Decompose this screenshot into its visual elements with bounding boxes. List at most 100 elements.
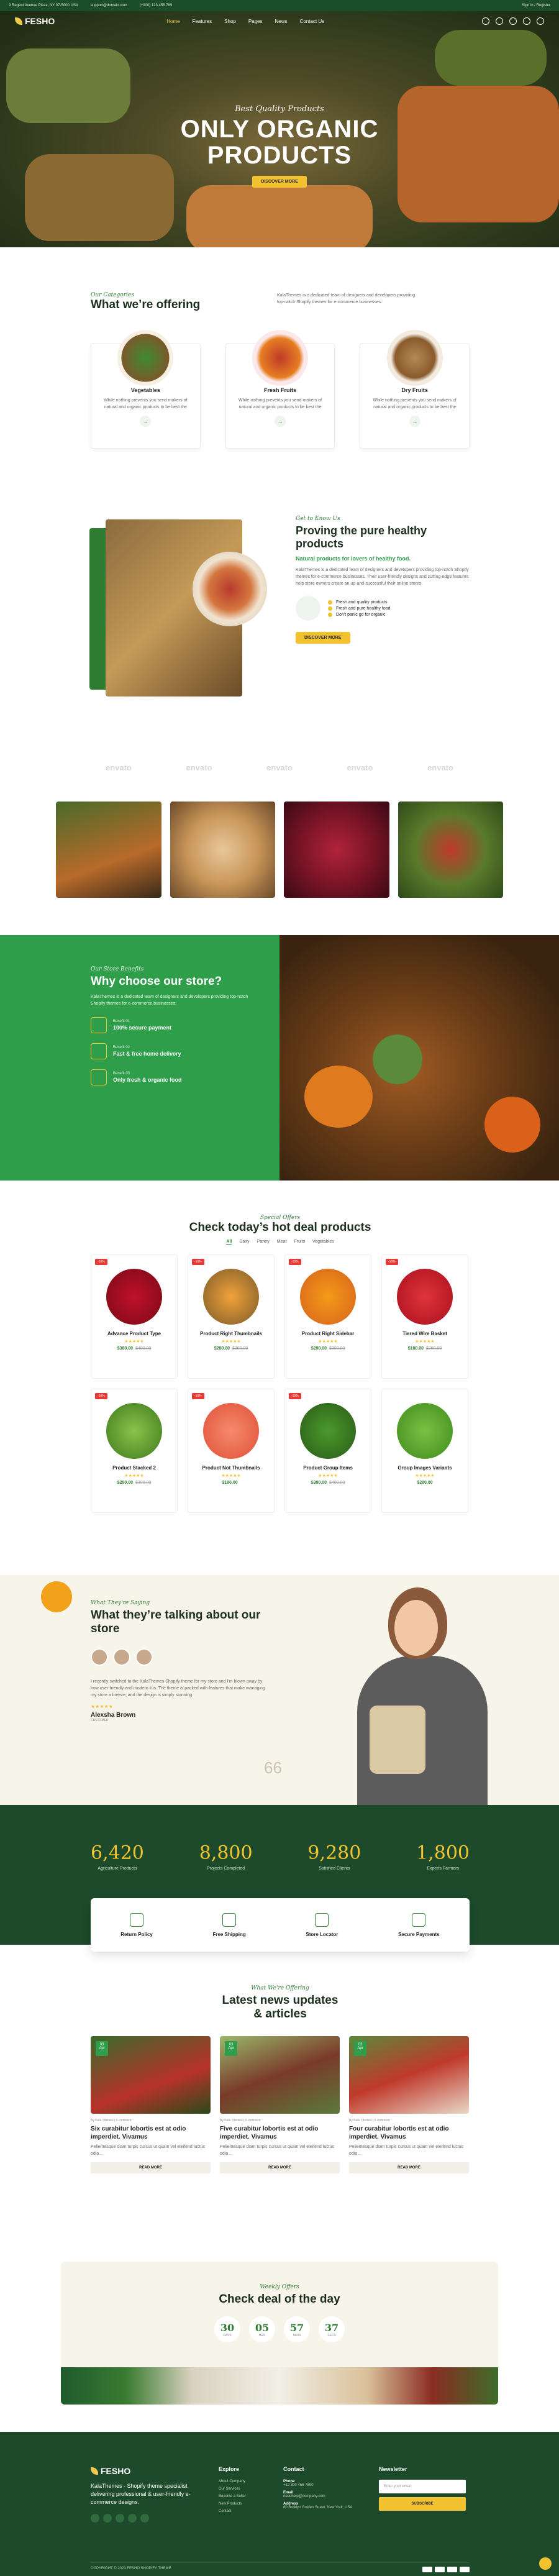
arrow-right-icon[interactable]: →: [140, 416, 152, 427]
product-card[interactable]: -10% Product Right Sidebar ★★★★★ $280.00 $30…: [284, 1254, 371, 1379]
nav-home[interactable]: Home: [166, 19, 180, 24]
footer-link[interactable]: Contact: [219, 2510, 246, 2513]
gallery-image-tomatoes[interactable]: [398, 802, 503, 898]
service-item[interactable]: Secure Payments: [398, 1912, 440, 1937]
blog-image[interactable]: 03 Apr: [220, 2036, 340, 2114]
partner-logo[interactable]: envato: [427, 763, 453, 772]
check-item: Don't panic go for organic: [328, 613, 391, 617]
product-image[interactable]: [397, 1269, 453, 1325]
category-card-dry-fruits[interactable]: Dry Fruits While nothing prevents you se…: [360, 330, 470, 449]
youtube-icon[interactable]: [140, 2514, 149, 2523]
footer-logo[interactable]: FESHO: [91, 2466, 202, 2476]
product-name[interactable]: Product Not Thumbnails: [188, 1465, 274, 1471]
category-card-fruits[interactable]: Fresh Fruits While nothing prevents you …: [225, 330, 335, 449]
avatar[interactable]: [113, 1648, 130, 1666]
tab-pantry[interactable]: Pantry: [257, 1240, 270, 1245]
blog-title-link[interactable]: Six curabitur lobortis est at odio imper…: [91, 2125, 211, 2141]
product-name[interactable]: Product Right Sidebar: [285, 1331, 371, 1336]
nav-contact[interactable]: Contact Us: [300, 19, 325, 24]
product-card[interactable]: -10% Advance Product Type ★★★★★ $380.00 $400…: [91, 1254, 178, 1379]
footer-link[interactable]: Our Services: [219, 2487, 246, 2491]
product-name[interactable]: Product Group Items: [285, 1465, 371, 1471]
product-name[interactable]: Advance Product Type: [91, 1331, 177, 1336]
product-image[interactable]: [300, 1269, 356, 1325]
footer-link[interactable]: About Company: [219, 2480, 246, 2483]
nav-pages[interactable]: Pages: [248, 19, 263, 24]
service-item[interactable]: Return Policy: [120, 1912, 153, 1937]
partner-logo[interactable]: envato: [266, 763, 293, 772]
product-image[interactable]: [300, 1403, 356, 1459]
arrow-right-icon[interactable]: →: [275, 416, 286, 427]
menu-icon[interactable]: [537, 17, 544, 25]
sign-in-link[interactable]: Sign in / Register: [522, 4, 550, 7]
product-card[interactable]: -10% Tiered Wire Basket ★★★★★ $180.00 $200.0…: [381, 1254, 468, 1379]
product-name[interactable]: Tiered Wire Basket: [382, 1331, 468, 1336]
product-card[interactable]: -10% Product Not Thumbnails ★★★★★ $180.00: [188, 1389, 275, 1513]
category-card-vegetables[interactable]: Vegetables While nothing prevents you se…: [91, 330, 201, 449]
tab-meat[interactable]: Meat: [277, 1240, 287, 1245]
product-name[interactable]: Group Images Variants: [382, 1465, 468, 1471]
newsletter-email-input[interactable]: Enter your email: [379, 2480, 466, 2493]
footer-link[interactable]: Become a Seller: [219, 2495, 246, 2498]
partner-logo[interactable]: envato: [347, 763, 373, 772]
read-more-button[interactable]: READ MORE: [349, 2162, 469, 2173]
product-image[interactable]: [203, 1403, 259, 1459]
blog-card[interactable]: 03 Apr By Kala Themes | 0 comment Four cura…: [349, 2036, 469, 2173]
gallery-image-berries[interactable]: [284, 802, 389, 898]
nav-features[interactable]: Features: [193, 19, 212, 24]
read-more-button[interactable]: READ MORE: [220, 2162, 340, 2173]
product-card[interactable]: Group Images Variants ★★★★★ $280.00: [381, 1389, 468, 1513]
tab-dairy[interactable]: Dairy: [239, 1240, 249, 1245]
product-card[interactable]: -10% Product Stacked 2 ★★★★★ $280.00 $300.00: [91, 1389, 178, 1513]
instagram-icon[interactable]: [116, 2514, 124, 2523]
avatar[interactable]: [91, 1648, 108, 1666]
product-image[interactable]: [203, 1269, 259, 1325]
product-name[interactable]: Product Stacked 2: [91, 1465, 177, 1471]
blog-title-link[interactable]: Five curabitur lobortis est at odio impe…: [220, 2125, 340, 2141]
product-image[interactable]: [397, 1403, 453, 1459]
blog-card[interactable]: 03 Apr By Kala Themes | 0 comment Five cura…: [220, 2036, 340, 2173]
pinterest-icon[interactable]: [128, 2514, 137, 2523]
discover-more-button[interactable]: DISCOVER MORE: [252, 176, 307, 188]
read-more-button[interactable]: READ MORE: [91, 2162, 211, 2173]
twitter-icon[interactable]: [103, 2514, 112, 2523]
contact-phone: Phone +12 300 456 7890: [283, 2480, 314, 2487]
nav-news[interactable]: News: [275, 19, 288, 24]
cart-icon[interactable]: [523, 17, 530, 25]
partner-logo[interactable]: envato: [106, 763, 132, 772]
product-name[interactable]: Product Right Thumbnails: [188, 1331, 274, 1336]
wishlist-icon[interactable]: [509, 17, 517, 25]
arrow-right-icon[interactable]: →: [409, 416, 420, 427]
avatar[interactable]: [135, 1648, 153, 1666]
gallery-image-carrots[interactable]: [56, 802, 161, 898]
service-item[interactable]: Store Locator: [306, 1912, 338, 1937]
gallery-image-eggs[interactable]: [170, 802, 275, 898]
blog-image[interactable]: 03 Apr: [91, 2036, 211, 2114]
contact-email[interactable]: Email needhelp@company.com: [283, 2491, 352, 2498]
blog-title-link[interactable]: Four curabitur lobortis est at odio impe…: [349, 2125, 469, 2141]
tab-fruits[interactable]: Fruits: [294, 1240, 305, 1245]
about-discover-button[interactable]: DISCOVER MORE: [296, 632, 350, 644]
nav-shop[interactable]: Shop: [224, 19, 236, 24]
product-card[interactable]: -10% Product Right Thumbnails ★★★★★ $280.00…: [188, 1254, 275, 1379]
product-image[interactable]: [106, 1269, 162, 1325]
partner-logo[interactable]: envato: [186, 763, 212, 772]
product-card[interactable]: -10% Product Group Items ★★★★★ $380.00 $400.…: [284, 1389, 371, 1513]
blog-card[interactable]: 03 Apr By Kala Themes | 0 comment Six curab…: [91, 2036, 211, 2173]
photo-gallery: [56, 802, 503, 898]
scroll-to-top-button[interactable]: [539, 2557, 552, 2570]
topbar-email[interactable]: support@domain.com: [91, 4, 127, 7]
search-icon[interactable]: [482, 17, 489, 25]
topbar-phone[interactable]: (+000) 123 456 789: [140, 4, 173, 7]
blog-image[interactable]: 03 Apr: [349, 2036, 469, 2114]
tab-all[interactable]: All: [226, 1240, 232, 1245]
subscribe-button[interactable]: SUBSCRIBE: [379, 2497, 466, 2511]
tab-vegetables[interactable]: Vegetables: [312, 1240, 334, 1245]
site-logo[interactable]: FESHO: [15, 16, 55, 26]
footer-link[interactable]: New Products: [219, 2502, 246, 2506]
service-item[interactable]: Free Shipping: [212, 1912, 246, 1937]
topbar-address: 9 Regent Avenue Plaza, NY 07-5000 USA: [9, 4, 78, 7]
product-image[interactable]: [106, 1403, 162, 1459]
user-icon[interactable]: [496, 17, 503, 25]
facebook-icon[interactable]: [91, 2514, 99, 2523]
